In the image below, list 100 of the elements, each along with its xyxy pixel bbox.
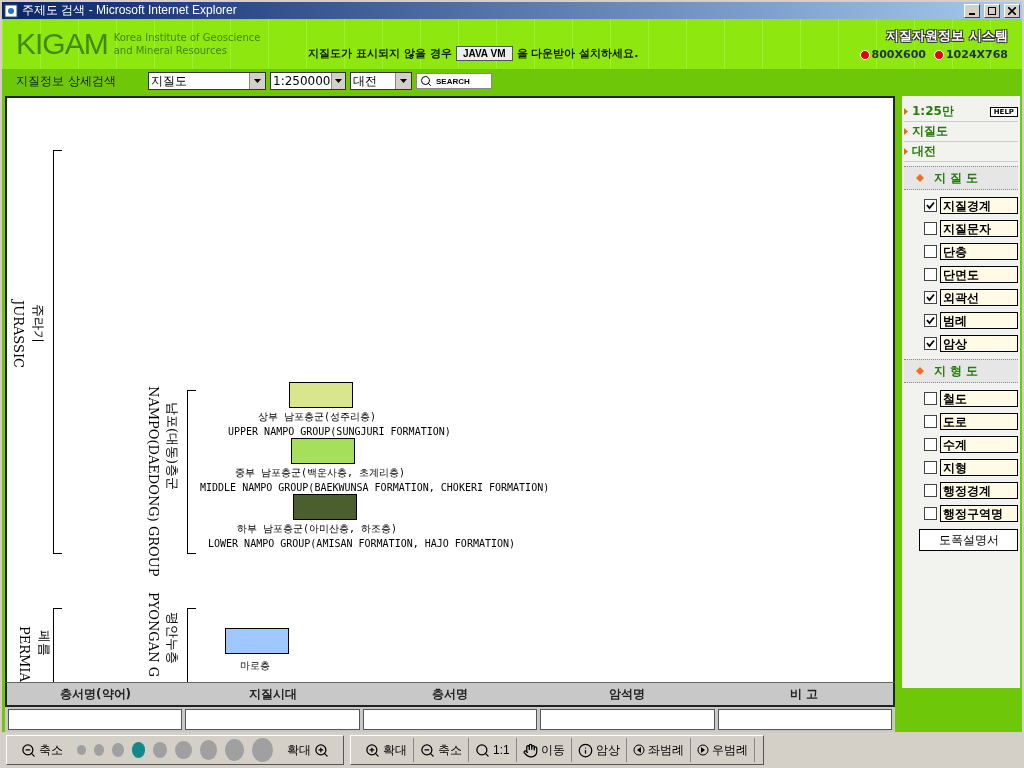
zoom-level-dot[interactable]: [93, 744, 104, 756]
layer-label: 수계: [940, 436, 1018, 453]
nav-link[interactable]: 1:25만: [912, 103, 954, 120]
layer-label: 외곽선: [940, 289, 1018, 306]
zoom-level-dot[interactable]: [199, 739, 218, 761]
close-icon: [1008, 6, 1016, 15]
layer-label: 철도: [940, 390, 1018, 407]
checkbox[interactable]: [924, 314, 937, 327]
notice-text: 을 다운받아 설치하세요.: [516, 45, 639, 61]
info-icon: [577, 742, 593, 758]
unit-name: 하부 남포층군(아미산층, 하조층): [237, 522, 398, 536]
map-description-button[interactable]: 도폭설명서: [919, 529, 1018, 551]
zoom-level-dot[interactable]: [225, 739, 245, 761]
unit-name: 중부 남포층군(백운사층, 초계리층): [235, 466, 406, 480]
zoom-out-button[interactable]: 축소: [15, 738, 69, 762]
column-header: 층서명: [431, 686, 469, 703]
minimize-icon: [969, 12, 975, 15]
right-circle-icon: [696, 744, 709, 756]
left-circle-icon: [632, 744, 645, 756]
layer-label: 행정경계: [940, 482, 1018, 499]
section-label: 지 질 도: [934, 169, 979, 187]
checkbox[interactable]: [924, 199, 937, 212]
triangle-icon: [904, 128, 908, 135]
layer-label: 행정구역명: [940, 505, 1018, 522]
notice-text: 지질도가 표시되지 않을 경우: [308, 45, 452, 61]
java-vm-button[interactable]: JAVA VM: [455, 45, 513, 61]
column-header: 암석명: [608, 686, 647, 703]
layer-label: 도로: [940, 413, 1018, 430]
resolution-link[interactable]: 1024X768: [933, 48, 1008, 61]
checkbox[interactable]: [924, 461, 937, 474]
search-label: 지질정보 상세검색: [16, 72, 117, 90]
maximize-icon: [988, 6, 996, 15]
dropdown[interactable]: 1:250000: [270, 72, 346, 90]
layer-label: 지형: [940, 459, 1018, 476]
nav-link[interactable]: 지질도: [912, 123, 948, 140]
unit-name: LOWER NAMPO GROUP(AMISAN FORMATION, HAJO FORMATION): [208, 538, 516, 549]
dropdown[interactable]: 대전: [350, 72, 412, 90]
period-label: 쥬라기: [30, 304, 47, 343]
zoom-level-dot[interactable]: [111, 743, 124, 757]
checkbox[interactable]: [924, 337, 937, 350]
zoom-level-dot[interactable]: [152, 741, 168, 759]
tool-button[interactable]: 암상: [571, 738, 627, 762]
checkbox[interactable]: [924, 507, 937, 520]
checkbox[interactable]: [924, 291, 937, 304]
zoom-out-icon: [21, 742, 36, 758]
logo: KIGAM: [16, 27, 108, 61]
dropdown-arrow-icon: [400, 79, 407, 83]
zoom-level-dot[interactable]: [175, 740, 192, 760]
column-header: 층서명(약어): [59, 686, 133, 703]
checkbox[interactable]: [924, 222, 937, 235]
period-label: 페름: [36, 630, 53, 656]
search-button[interactable]: SEARCH: [416, 73, 492, 89]
layer-label: 지질경계: [940, 197, 1018, 214]
dropdown-arrow-icon: [254, 79, 261, 83]
group-label: 남포(대동)층군: [164, 402, 181, 491]
zoom-in-icon: [314, 742, 329, 758]
zoom-level-dot[interactable]: [252, 738, 273, 762]
layer-label: 암상: [940, 335, 1018, 352]
checkbox[interactable]: [924, 392, 937, 405]
period-label: PERMIA: [17, 626, 32, 682]
group-label: 평안누층: [164, 612, 181, 664]
maximize-button[interactable]: [984, 3, 1000, 18]
checkbox[interactable]: [924, 415, 937, 428]
zoom-out-icon: [420, 742, 435, 758]
organization-name: Korea Institute of Geoscience: [113, 31, 261, 44]
tool-button[interactable]: 좌범례: [626, 738, 691, 762]
zoom-level-dot[interactable]: [131, 742, 145, 758]
unit-name: MIDDLE NAMPO GROUP(BAEKWUNSA FORMATION, CHOKERI FORMATION): [200, 482, 550, 493]
window-title: 주제도 검색 - Microsoft Internet Explorer: [22, 2, 238, 19]
diamond-icon: [916, 367, 924, 375]
checkbox[interactable]: [924, 245, 937, 258]
organization-name: and Mineral Resources: [113, 44, 228, 57]
nav-link[interactable]: 대전: [912, 143, 936, 160]
checkbox[interactable]: [924, 268, 937, 281]
layer-label: 지질문자: [940, 220, 1018, 237]
checkbox[interactable]: [924, 484, 937, 497]
dropdown[interactable]: 지질도: [148, 72, 266, 90]
unit-name: 상부 남포층군(성주리층): [258, 410, 377, 424]
triangle-icon: [904, 148, 908, 155]
close-button[interactable]: [1004, 3, 1020, 18]
dropdown-arrow-icon: [334, 79, 342, 83]
resolution-link[interactable]: 800X600: [859, 48, 926, 61]
tool-button[interactable]: 확대: [359, 738, 414, 762]
layer-label: 단면도: [940, 266, 1018, 283]
diamond-icon: [916, 174, 924, 182]
tool-button[interactable]: 우범례: [690, 738, 755, 762]
minimize-button[interactable]: [964, 3, 980, 18]
column-header: 비 고: [789, 686, 820, 703]
unit-name: UPPER NAMPO GROUP(SUNGJURI FORMATION): [228, 426, 451, 437]
tool-button[interactable]: 1:1: [469, 738, 517, 762]
zoom-in-button[interactable]: 확대: [281, 738, 335, 762]
tool-button[interactable]: 축소: [414, 738, 469, 762]
unit-name: 마로층: [240, 659, 270, 673]
magnifier-icon: [475, 742, 490, 758]
layer-label: 범례: [940, 312, 1018, 329]
group-label: PYONGAN G: [146, 592, 161, 678]
search-icon: [420, 75, 432, 87]
zoom-level-dot[interactable]: [77, 745, 86, 755]
checkbox[interactable]: [924, 438, 937, 451]
tool-button[interactable]: 이동: [516, 738, 572, 762]
